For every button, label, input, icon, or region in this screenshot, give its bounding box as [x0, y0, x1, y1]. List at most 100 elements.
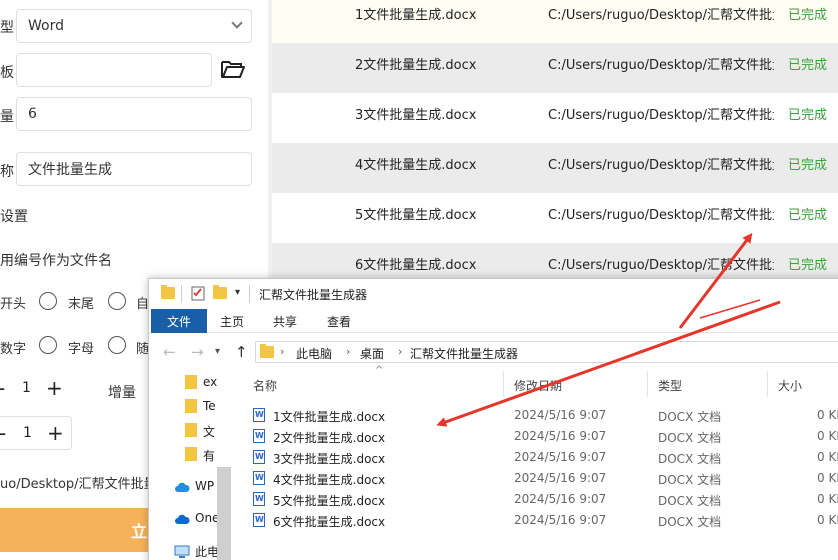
file-list: ^ 名称 修改日期 类型 大小 1文件批量生成.docx 2024/5/16 9…	[233, 365, 838, 560]
radio-start[interactable]	[39, 292, 57, 310]
file-size: 0 KB	[817, 471, 838, 485]
section-label: 设置	[0, 209, 28, 225]
start-minus-button[interactable]: -	[0, 378, 5, 398]
file-type: DOCX 文档	[658, 515, 722, 529]
task-row[interactable]: 1文件批量生成.docx C:/Users/ruguo/Desktop/汇帮文件…	[272, 0, 838, 43]
radio-end[interactable]	[108, 292, 126, 310]
tab-view[interactable]: 查看	[327, 309, 351, 333]
folder-icon[interactable]	[213, 285, 227, 299]
nav-item-onedrive[interactable]: One	[195, 511, 219, 525]
task-path: C:/Users/ruguo/Desktop/汇帮文件批量生	[548, 258, 774, 273]
nav-item-this-pc[interactable]: 此电	[195, 543, 219, 560]
file-name: 6文件批量生成.docx	[273, 515, 386, 529]
name-input[interactable]: 文件批量生成	[16, 152, 252, 186]
file-size: 0 KB	[817, 429, 838, 443]
task-row[interactable]: 5文件批量生成.docx C:/Users/ruguo/Desktop/汇帮文件…	[272, 193, 838, 243]
chevron-down-icon	[231, 17, 243, 29]
nav-item[interactable]: 有	[203, 447, 215, 464]
numbering-label: 用编号作为文件名	[0, 253, 112, 269]
chevron-right-icon[interactable]: ›	[398, 345, 402, 358]
count-input[interactable]: 6	[16, 97, 252, 131]
file-row[interactable]: 4文件批量生成.docx 2024/5/16 9:07 DOCX 文档 0 KB	[233, 468, 838, 489]
breadcrumb-this-pc[interactable]: 此电脑	[296, 345, 332, 362]
column-size[interactable]: 大小	[778, 377, 802, 394]
file-row[interactable]: 3文件批量生成.docx 2024/5/16 9:07 DOCX 文档 0 KB	[233, 447, 838, 468]
file-type: DOCX 文档	[658, 410, 722, 424]
breadcrumb-folder[interactable]: 汇帮文件批量生成器	[410, 345, 518, 362]
chevron-down-icon[interactable]: ▾	[215, 346, 220, 357]
folder-icon	[185, 375, 197, 389]
checklist-icon[interactable]	[191, 285, 205, 301]
radio-letter[interactable]	[108, 336, 126, 354]
column-divider[interactable]	[647, 371, 648, 397]
step-value[interactable]: 1	[23, 425, 32, 441]
address-row: ← → ▾ ↑ › 此电脑 › 桌面 › 汇帮文件批量生成器	[149, 337, 838, 367]
chevron-right-icon[interactable]: ›	[280, 345, 284, 358]
nav-item[interactable]: 文	[203, 423, 215, 440]
window-title: 汇帮文件批量生成器	[259, 288, 368, 302]
type-label: 型	[0, 20, 14, 36]
file-row[interactable]: 1文件批量生成.docx 2024/5/16 9:07 DOCX 文档 0 KB	[233, 405, 838, 426]
word-doc-icon	[253, 429, 265, 443]
file-row[interactable]: 5文件批量生成.docx 2024/5/16 9:07 DOCX 文档 0 KB	[233, 489, 838, 510]
tab-share[interactable]: 共享	[273, 309, 297, 333]
file-name: 5文件批量生成.docx	[273, 494, 386, 508]
column-divider[interactable]	[503, 371, 504, 397]
start-value[interactable]: 1	[22, 380, 31, 396]
step-stepper: - 1 +	[0, 416, 72, 450]
column-date[interactable]: 修改日期	[514, 377, 562, 394]
task-row[interactable]: 2文件批量生成.docx C:/Users/ruguo/Desktop/汇帮文件…	[272, 43, 838, 93]
task-status: 已完成	[788, 208, 828, 223]
nav-item[interactable]: Te	[203, 399, 216, 413]
radio-label-start: 开头	[0, 297, 27, 312]
step-minus-button[interactable]: -	[0, 423, 6, 443]
nav-item[interactable]: ex	[203, 375, 217, 389]
column-name[interactable]: 名称	[253, 377, 277, 394]
file-name: 3文件批量生成.docx	[273, 452, 386, 466]
start-plus-button[interactable]: +	[46, 378, 63, 398]
word-doc-icon	[253, 492, 265, 506]
template-input[interactable]	[16, 53, 212, 87]
tab-home[interactable]: 主页	[220, 309, 244, 333]
file-row[interactable]: 6文件批量生成.docx 2024/5/16 9:07 DOCX 文档 0 KB	[233, 510, 838, 531]
file-size: 0 KB	[817, 492, 838, 506]
template-label: 板	[0, 65, 14, 81]
file-date: 2024/5/16 9:07	[514, 429, 607, 443]
column-type[interactable]: 类型	[658, 377, 682, 394]
radio-number[interactable]	[39, 336, 57, 354]
file-row[interactable]: 2文件批量生成.docx 2024/5/16 9:07 DOCX 文档 0 KB	[233, 426, 838, 447]
output-path: uo/Desktop/汇帮文件批量生	[0, 477, 170, 492]
task-path: C:/Users/ruguo/Desktop/汇帮文件批量生	[548, 208, 774, 223]
file-name: 2文件批量生成.docx	[273, 431, 386, 445]
forward-arrow-icon[interactable]: →	[191, 343, 204, 361]
step-label: 增量	[108, 385, 136, 401]
chevron-right-icon[interactable]: ›	[346, 345, 350, 358]
tab-file[interactable]: 文件	[151, 309, 207, 333]
task-status: 已完成	[788, 258, 828, 273]
breadcrumb-desktop[interactable]: 桌面	[360, 345, 384, 362]
start-stepper: - 1 +	[0, 372, 72, 406]
up-arrow-icon[interactable]: ↑	[235, 343, 248, 361]
chevron-down-icon[interactable]: ▾	[235, 287, 240, 298]
address-bar[interactable]: › 此电脑 › 桌面 › 汇帮文件批量生成器	[255, 341, 838, 363]
step-plus-button[interactable]: +	[47, 423, 64, 443]
file-date: 2024/5/16 9:07	[514, 492, 607, 506]
file-date: 2024/5/16 9:07	[514, 513, 607, 527]
scrollbar[interactable]	[217, 467, 231, 560]
count-label: 量	[0, 109, 14, 125]
task-path: C:/Users/ruguo/Desktop/汇帮文件批量生	[548, 158, 774, 173]
sort-up-icon: ^	[375, 365, 384, 376]
word-doc-icon	[253, 513, 265, 527]
task-row[interactable]: 4文件批量生成.docx C:/Users/ruguo/Desktop/汇帮文件…	[272, 143, 838, 193]
back-arrow-icon[interactable]: ←	[163, 343, 176, 361]
task-name: 3文件批量生成.docx	[355, 108, 477, 123]
name-label: 称	[0, 164, 14, 180]
navigation-pane: ex Te 文 有 WP One 此电	[149, 371, 231, 560]
column-divider[interactable]	[767, 371, 768, 397]
open-folder-icon[interactable]	[220, 58, 246, 80]
task-row[interactable]: 3文件批量生成.docx C:/Users/ruguo/Desktop/汇帮文件…	[272, 93, 838, 143]
radio-label-number: 数字	[0, 342, 27, 357]
nav-item-wps[interactable]: WP	[195, 479, 214, 493]
type-select[interactable]: Word	[16, 9, 252, 43]
file-date: 2024/5/16 9:07	[514, 450, 607, 464]
